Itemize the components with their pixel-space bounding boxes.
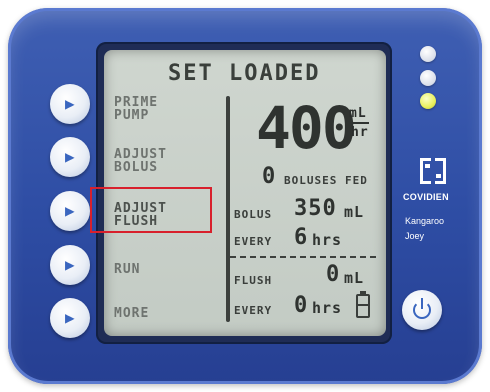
softkey-run-button[interactable]: ▶ [50, 245, 90, 285]
bolus-every-unit: hrs [312, 231, 343, 249]
bolus-label: BOLUS [234, 208, 273, 221]
rate-unit-top: mL [349, 106, 367, 121]
indicator-light-3 [420, 93, 436, 109]
screen-title: SET LOADED [168, 61, 321, 86]
bolus-every-label: EVERY [234, 235, 273, 248]
menu-prime-pump: PRIME PUMP [114, 95, 159, 123]
boluses-count: 0 [262, 164, 277, 189]
play-arrow-icon: ▶ [65, 201, 75, 220]
softkey-adjust-flush-button[interactable]: ▶ [50, 191, 90, 231]
battery-icon [356, 291, 370, 318]
flush-every-unit: hrs [312, 299, 343, 317]
divider-dashed [230, 256, 380, 258]
rate-value: 400 [256, 94, 357, 162]
divider-vertical [226, 96, 230, 322]
flush-every-value: 0 [294, 293, 309, 318]
model-name-line2: Joey [405, 231, 425, 241]
rate-unit-divider [349, 122, 369, 124]
play-arrow-icon: ▶ [65, 255, 75, 274]
bolus-every-value: 6 [294, 225, 309, 250]
bolus-unit: mL [344, 203, 365, 221]
highlight-box [90, 187, 212, 233]
rate-unit-bottom: hr [351, 125, 369, 140]
flush-value: 0 [326, 262, 341, 287]
flush-label: FLUSH [234, 274, 273, 287]
play-arrow-icon: ▶ [65, 308, 75, 327]
brand-name: COVIDIEN [403, 192, 449, 202]
indicator-light-1 [420, 46, 436, 62]
bolus-value: 350 [294, 196, 337, 221]
softkey-more-button[interactable]: ▶ [50, 298, 90, 338]
covidien-logo-icon [420, 158, 446, 184]
menu-more: MORE [114, 306, 150, 321]
menu-adjust-bolus: ADJUST BOLUS [114, 147, 167, 175]
power-button[interactable] [402, 290, 442, 330]
flush-every-label: EVERY [234, 304, 273, 317]
play-arrow-icon: ▶ [65, 147, 75, 166]
model-name-line1: Kangaroo [405, 216, 445, 226]
softkey-prime-pump-button[interactable]: ▶ [50, 84, 90, 124]
play-arrow-icon: ▶ [65, 94, 75, 113]
menu-run: RUN [114, 262, 141, 277]
softkey-adjust-bolus-button[interactable]: ▶ [50, 137, 90, 177]
flush-unit: mL [344, 269, 365, 287]
boluses-fed-label: BOLUSES FED [284, 174, 368, 187]
indicator-light-2 [420, 70, 436, 86]
